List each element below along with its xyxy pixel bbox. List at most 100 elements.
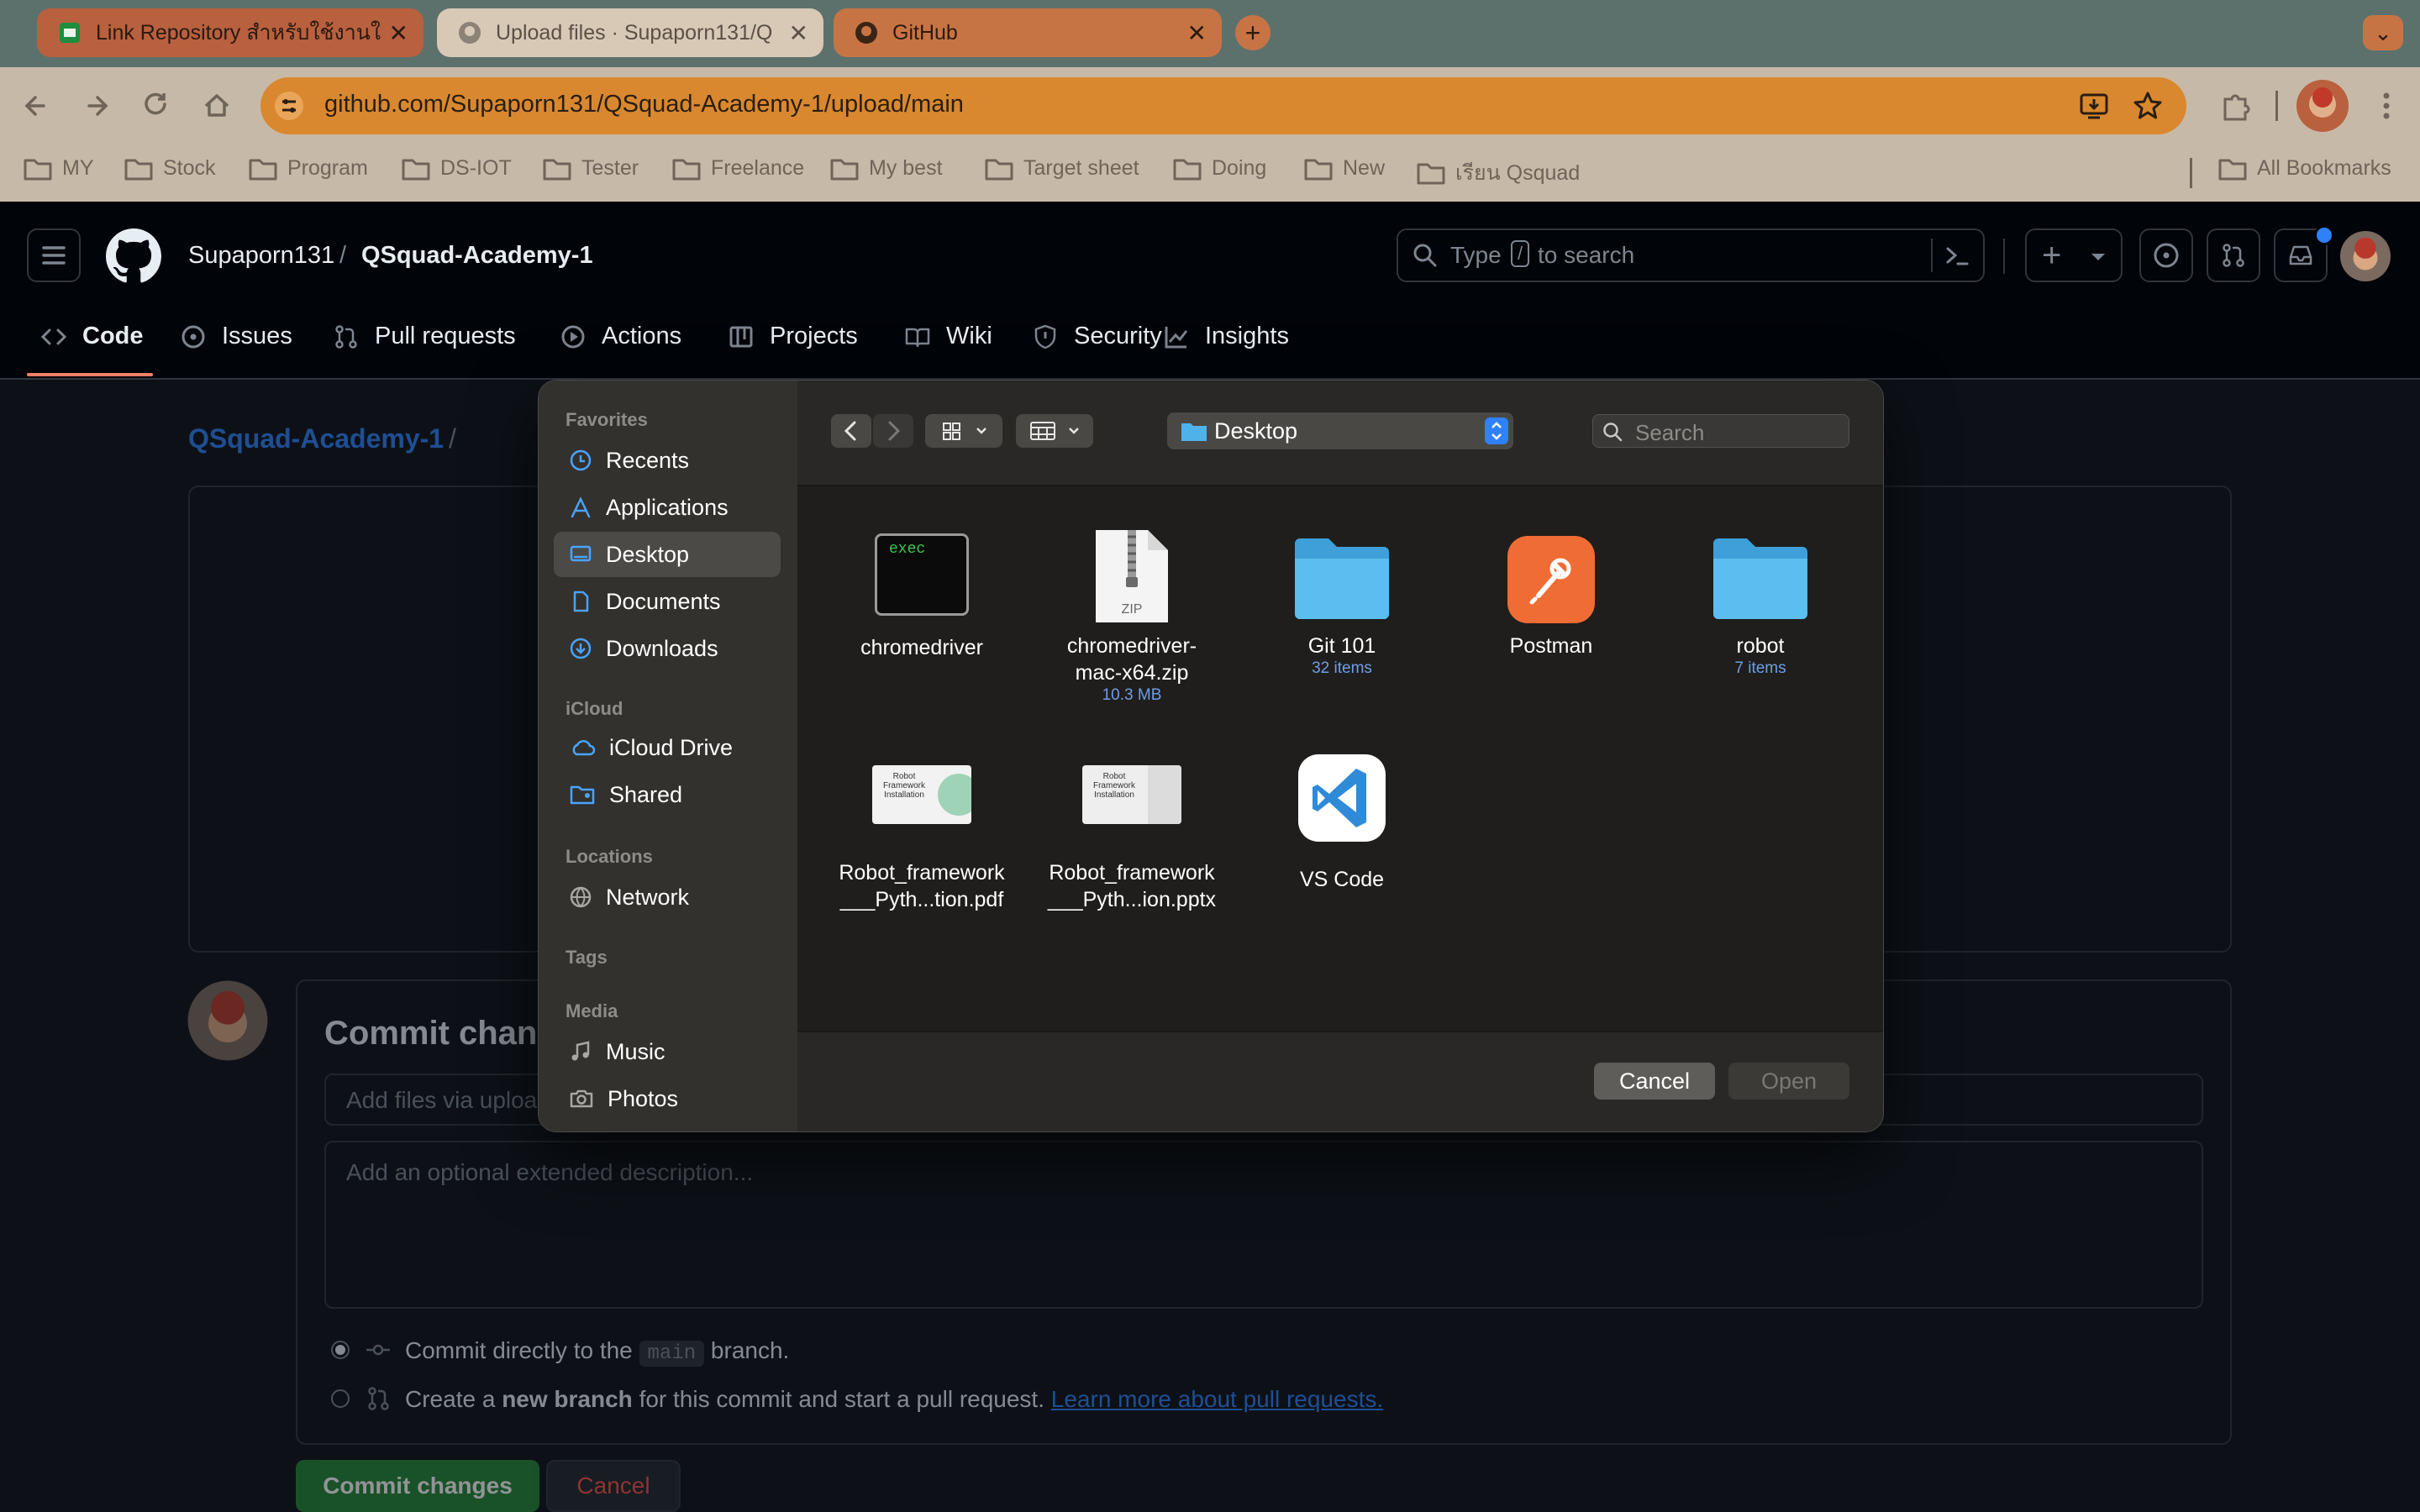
bookmark-label: My best	[869, 156, 943, 180]
cancel-commit-button[interactable]: Cancel	[546, 1460, 681, 1512]
tab-issues[interactable]: Issues	[180, 323, 292, 350]
sidebar-item-documents[interactable]: Documents	[554, 579, 781, 624]
sidebar-item-recents[interactable]: Recents	[554, 438, 781, 483]
desktop-icon	[570, 545, 592, 562]
inbox-icon	[2289, 245, 2312, 265]
tab-upload-files[interactable]: Upload files · Supaporn131/Q ✕	[437, 8, 823, 57]
reload-icon[interactable]	[138, 87, 175, 124]
folder-icon	[124, 159, 153, 180]
icloud-header: iCloud	[566, 698, 623, 719]
create-branch-radio[interactable]	[331, 1389, 350, 1408]
bookmark-folder[interactable]: DS-IOT	[402, 156, 512, 181]
all-bookmarks-folder[interactable]: All Bookmarks	[2218, 156, 2391, 181]
breadcrumb-repo-link[interactable]: QSquad-Academy-1	[188, 423, 444, 454]
browser-menu-icon[interactable]	[2370, 87, 2403, 124]
sidebar-item-desktop[interactable]: Desktop	[554, 532, 781, 577]
toolbar-divider	[2275, 91, 2278, 121]
bookmark-folder[interactable]: Stock	[124, 156, 216, 181]
tab-insights[interactable]: Insights	[1163, 323, 1289, 350]
create-new-button[interactable]: +	[2025, 228, 2123, 282]
folder-icon	[24, 159, 52, 180]
file-robot-framework-pdf[interactable]: Robot Framework Installation Robot_frame…	[817, 765, 1027, 913]
commit-changes-button[interactable]: Commit changes	[296, 1460, 539, 1512]
dialog-cancel-button[interactable]: Cancel	[1594, 1063, 1715, 1100]
new-tab-button[interactable]: +	[1235, 15, 1270, 50]
install-app-icon[interactable]	[2077, 89, 2111, 123]
search-placeholder-suffix: to search	[1538, 242, 1635, 268]
commit-direct-radio[interactable]	[331, 1341, 350, 1359]
issues-button[interactable]	[2139, 228, 2193, 282]
tab-pull-requests[interactable]: Pull requests	[333, 323, 516, 350]
global-search-input[interactable]: Type / to search	[1397, 228, 1985, 282]
tab-security[interactable]: Security	[1032, 323, 1162, 350]
profile-avatar[interactable]	[2296, 79, 2349, 133]
security-icon	[1034, 324, 1056, 349]
url-text[interactable]: github.com/Supaporn131/QSquad-Academy-1/…	[324, 91, 964, 118]
back-icon[interactable]	[18, 87, 55, 124]
app-postman[interactable]: Postman	[1446, 535, 1656, 659]
file-chromedriver-zip[interactable]: ZIP chromedriver- mac-x64.zip 10.3 MB	[1027, 528, 1237, 705]
learn-more-link[interactable]: Learn more about pull requests.	[1051, 1386, 1383, 1412]
tab-projects[interactable]: Projects	[728, 323, 858, 350]
file-name: Robot_framework	[839, 861, 1005, 885]
dialog-search-input[interactable]: Search	[1592, 414, 1849, 448]
site-settings-icon[interactable]	[274, 91, 304, 121]
tab-link-repository[interactable]: Link Repository สำหรับใช้งานใ ✕	[37, 8, 424, 57]
repo-owner-link[interactable]: Supaporn131	[188, 242, 334, 270]
folder-icon	[830, 159, 859, 180]
tab-wiki[interactable]: Wiki	[904, 323, 992, 350]
close-tab-icon[interactable]: ✕	[1187, 19, 1207, 47]
bookmark-folder[interactable]: เรียน Qsquad	[1417, 156, 1580, 190]
app-vs-code[interactable]: VS Code	[1237, 753, 1447, 893]
bookmark-label: DS-IOT	[440, 156, 512, 180]
tab-actions[interactable]: Actions	[560, 323, 681, 350]
pull-requests-button[interactable]	[2207, 228, 2260, 282]
sidebar-item-icloud-drive[interactable]: iCloud Drive	[554, 725, 781, 770]
group-by-button[interactable]	[1016, 414, 1093, 448]
location-popup[interactable]: Desktop	[1167, 412, 1513, 449]
repo-name-link[interactable]: QSquad-Academy-1	[361, 242, 593, 270]
search-shortcut-key: /	[1511, 240, 1530, 267]
sidebar-item-network[interactable]: Network	[554, 874, 781, 920]
user-avatar[interactable]	[2339, 230, 2391, 282]
bookmark-folder[interactable]: Freelance	[672, 156, 804, 181]
tab-github[interactable]: GitHub ✕	[834, 8, 1222, 57]
home-icon[interactable]	[198, 87, 235, 124]
command-palette-icon[interactable]	[1943, 242, 1971, 269]
commit-description-textarea[interactable]: Add an optional extended description...	[324, 1141, 2203, 1309]
sidebar-item-shared[interactable]: Shared	[554, 772, 781, 817]
bookmark-star-icon[interactable]	[2131, 89, 2165, 123]
extensions-icon[interactable]	[2217, 87, 2254, 124]
github-logo-icon[interactable]	[106, 228, 161, 284]
dialog-open-button[interactable]: Open	[1728, 1063, 1849, 1100]
bookmark-folder[interactable]: MY	[24, 156, 94, 181]
sidebar-item-downloads[interactable]: Downloads	[554, 626, 781, 671]
back-button[interactable]	[831, 414, 871, 448]
bookmark-folder[interactable]: Target sheet	[985, 156, 1139, 181]
folder-item-count: 32 items	[1312, 659, 1372, 677]
folder-icon	[1173, 159, 1202, 180]
forward-button[interactable]	[873, 414, 913, 448]
file-robot-framework-pptx[interactable]: Robot Framework Installation Robot_frame…	[1027, 765, 1237, 913]
projects-icon	[729, 326, 753, 347]
pull-requests-icon	[335, 324, 357, 349]
hamburger-menu-button[interactable]	[27, 228, 81, 282]
folder-robot[interactable]: robot 7 items	[1655, 535, 1865, 678]
tab-code[interactable]: Code	[40, 323, 144, 350]
bookmark-folder[interactable]: New	[1304, 156, 1385, 181]
sidebar-item-label: Recents	[606, 447, 690, 473]
forward-icon[interactable]	[77, 87, 114, 124]
close-tab-icon[interactable]: ✕	[789, 19, 808, 47]
tab-search-button[interactable]: ⌄	[2363, 15, 2403, 50]
file-chromedriver[interactable]: exec chromedriver	[817, 533, 1027, 661]
sidebar-item-photos[interactable]: Photos	[554, 1076, 781, 1121]
sidebar-item-applications[interactable]: Applications	[554, 485, 781, 530]
bookmark-folder[interactable]: My best	[830, 156, 943, 181]
view-mode-button[interactable]	[925, 414, 1002, 448]
bookmark-folder[interactable]: Doing	[1173, 156, 1266, 181]
bookmark-folder[interactable]: Program	[249, 156, 368, 181]
sidebar-item-music[interactable]: Music	[554, 1029, 781, 1074]
close-tab-icon[interactable]: ✕	[389, 19, 408, 47]
folder-git-101[interactable]: Git 101 32 items	[1237, 535, 1447, 678]
bookmark-folder[interactable]: Tester	[543, 156, 639, 181]
